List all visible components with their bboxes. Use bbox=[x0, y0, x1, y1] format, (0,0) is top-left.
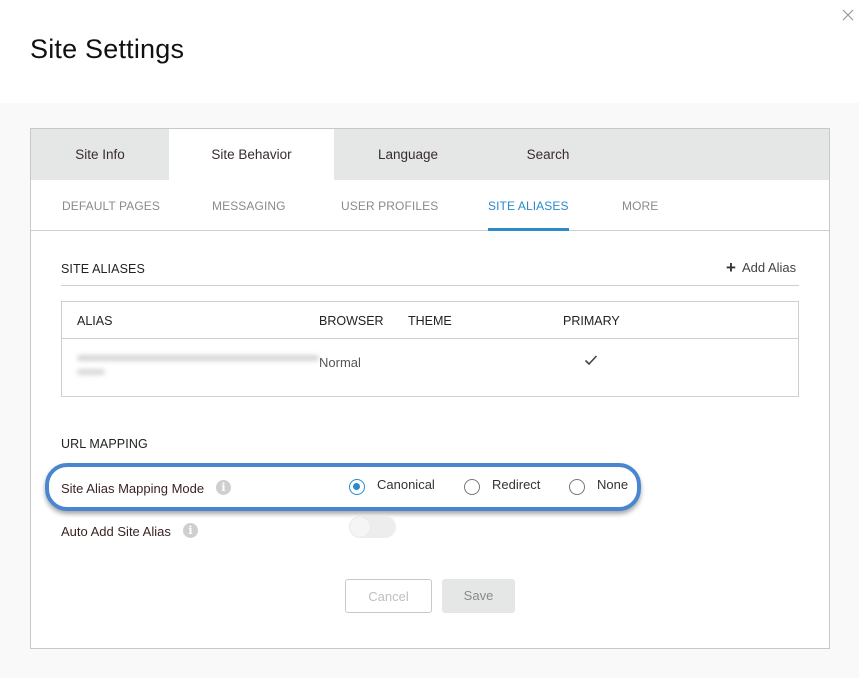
auto-add-toggle[interactable] bbox=[349, 516, 396, 538]
site-aliases-heading: SITE ALIASES bbox=[61, 262, 145, 276]
tab-language[interactable]: Language bbox=[334, 129, 482, 180]
subtab-messaging[interactable]: MESSAGING bbox=[212, 180, 286, 231]
save-button[interactable]: Save bbox=[442, 579, 515, 613]
plus-icon: + bbox=[726, 258, 736, 277]
radio-none[interactable] bbox=[569, 479, 585, 495]
subtab-default-pages[interactable]: DEFAULT PAGES bbox=[62, 180, 160, 231]
main-tabs: Site Info Site Behavior Language Search bbox=[31, 129, 829, 180]
table-header-divider bbox=[62, 338, 798, 339]
dialog-header: Site Settings bbox=[0, 0, 859, 103]
url-mapping-heading: URL MAPPING bbox=[61, 437, 148, 451]
section-divider bbox=[61, 285, 799, 286]
aliases-table: ALIAS BROWSER THEME PRIMARY Normal bbox=[61, 301, 799, 397]
page-title: Site Settings bbox=[30, 34, 185, 64]
column-header-alias[interactable]: ALIAS bbox=[77, 314, 112, 328]
tab-search[interactable]: Search bbox=[482, 129, 614, 180]
tab-site-info[interactable]: Site Info bbox=[31, 129, 169, 180]
add-alias-label: Add Alias bbox=[741, 260, 797, 275]
radio-canonical-label[interactable]: Canonical bbox=[377, 477, 435, 492]
browser-value: Normal bbox=[319, 355, 361, 370]
subtab-user-profiles[interactable]: USER PROFILES bbox=[341, 180, 438, 231]
radio-redirect[interactable] bbox=[464, 479, 480, 495]
radio-canonical[interactable] bbox=[349, 479, 365, 495]
settings-panel: Site Info Site Behavior Language Search … bbox=[30, 128, 830, 649]
subtab-more[interactable]: MORE bbox=[622, 180, 658, 231]
alias-value-blurred bbox=[77, 352, 319, 386]
info-icon[interactable]: i bbox=[183, 523, 198, 538]
sub-tabs: DEFAULT PAGES MESSAGING USER PROFILES SI… bbox=[31, 180, 829, 231]
radio-none-label[interactable]: None bbox=[597, 477, 628, 492]
column-header-primary[interactable]: PRIMARY bbox=[563, 314, 620, 328]
close-icon[interactable] bbox=[841, 8, 855, 22]
cancel-button[interactable]: Cancel bbox=[345, 579, 432, 613]
info-icon[interactable]: i bbox=[216, 480, 231, 495]
auto-add-label: Auto Add Site Alias bbox=[61, 524, 171, 539]
radio-redirect-label[interactable]: Redirect bbox=[492, 477, 540, 492]
mapping-mode-label: Site Alias Mapping Mode bbox=[61, 481, 205, 496]
column-header-theme[interactable]: THEME bbox=[408, 314, 452, 328]
add-alias-button[interactable]: + Add Alias bbox=[726, 258, 797, 277]
column-header-browser[interactable]: BROWSER bbox=[319, 314, 384, 328]
subtab-site-aliases[interactable]: SITE ALIASES bbox=[488, 180, 569, 231]
toggle-knob bbox=[350, 517, 370, 537]
checkmark-icon bbox=[584, 355, 598, 366]
tab-site-behavior[interactable]: Site Behavior bbox=[169, 129, 334, 180]
